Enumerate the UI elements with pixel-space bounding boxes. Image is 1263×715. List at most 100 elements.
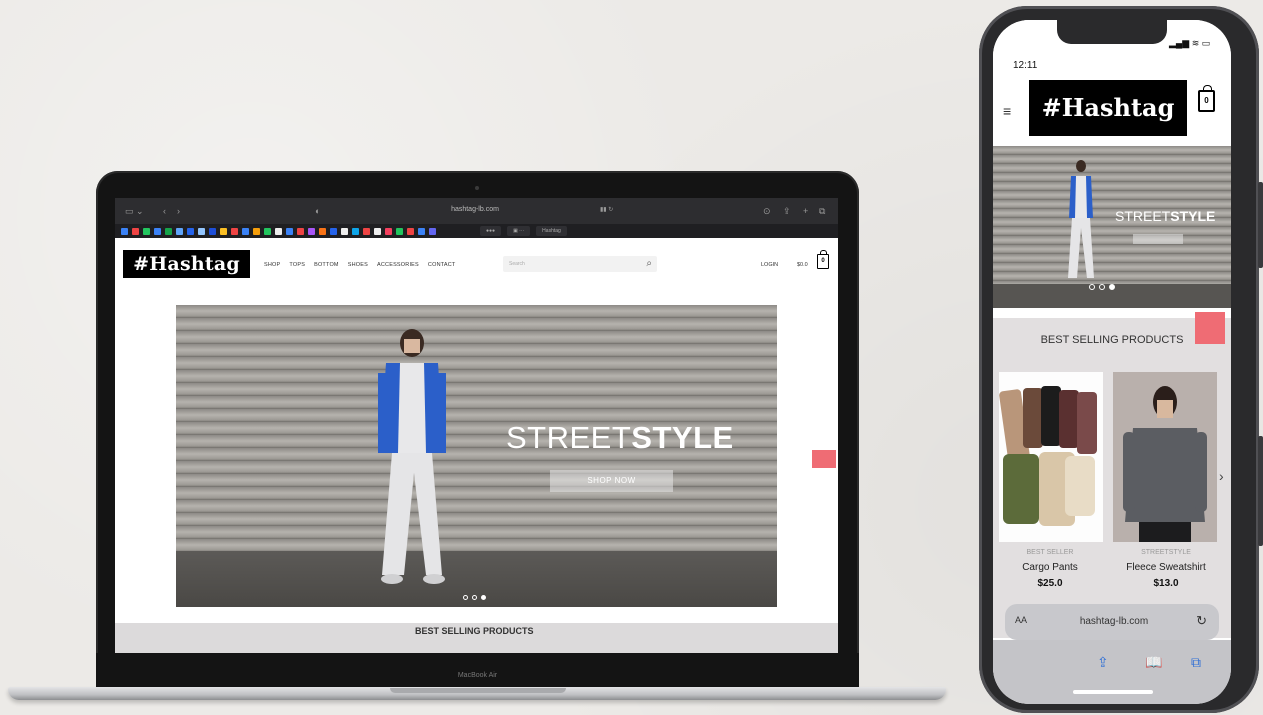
reload-icon[interactable]: ↻ (1196, 613, 1207, 629)
model-figure (1068, 160, 1094, 278)
hero-banner: STREETSTYLE SHOP NOW (176, 305, 777, 607)
search-input[interactable]: Search ⌕ (503, 256, 657, 272)
nav-item-shoes[interactable]: SHOES (348, 262, 368, 268)
carousel-dot[interactable] (463, 595, 468, 600)
product-image-cargo-pants[interactable] (999, 372, 1103, 542)
bookmark-icon[interactable] (418, 227, 425, 235)
status-time: 12:11 (1013, 60, 1038, 71)
browser-tab[interactable]: ●●● (480, 226, 502, 236)
nav-item-accessories[interactable]: ACCESSORIES (377, 262, 419, 268)
bookmark-icon[interactable] (330, 227, 337, 235)
bookmark-icon[interactable] (341, 227, 348, 235)
reader-icon[interactable]: ▮▮ ↻ (600, 206, 613, 213)
carousel-dot[interactable] (1099, 284, 1105, 290)
bookmark-icon[interactable] (374, 227, 381, 235)
side-promo-tab[interactable] (812, 450, 836, 468)
safari-url-bar[interactable]: AA hashtag-lb.com ↻ (1005, 604, 1219, 640)
bookmark-icon[interactable] (264, 227, 271, 235)
product-price: $13.0 (1153, 578, 1179, 589)
model-figure (378, 329, 446, 584)
tabs-overview-icon[interactable]: ⧉ (819, 206, 825, 217)
bookmark-icon[interactable] (121, 227, 128, 235)
laptop-camera (475, 186, 479, 190)
nav-item-bottom[interactable]: BOTTOM (314, 262, 339, 268)
carousel-dots (463, 595, 486, 600)
bookmark-icon[interactable] (143, 227, 150, 235)
cart-bag-icon[interactable]: 0 (1198, 85, 1215, 112)
cart-bag-icon[interactable]: 0 (817, 250, 829, 269)
hero-title: STREETSTYLE (1115, 208, 1215, 224)
carousel-dot[interactable] (472, 595, 477, 600)
sidebar-toggle-icon[interactable]: ▭ ⌄ (125, 206, 144, 217)
bookmark-icon[interactable] (209, 227, 216, 235)
shop-now-button[interactable]: SHOP NOW (550, 470, 673, 492)
nav-item-contact[interactable]: CONTACT (428, 262, 456, 268)
bookmark-icon[interactable] (297, 227, 304, 235)
phone-mockup: 12:11 ▂▄▆ ≋ ▭ ≡ #Hashtag 0 STREETSTYLE B… (979, 6, 1263, 713)
status-bar: 12:11 ▂▄▆ ≋ ▭ (993, 20, 1231, 84)
phone-side-button (1258, 436, 1263, 546)
phone-side-button (1258, 182, 1263, 268)
new-tab-icon[interactable]: + (803, 206, 808, 216)
bookmark-icon[interactable] (385, 227, 392, 235)
site-logo[interactable]: #Hashtag (123, 250, 250, 278)
carousel-dot-active[interactable] (1109, 284, 1115, 290)
browser-tab[interactable]: ▣ ··· (507, 226, 531, 236)
bookmark-icon[interactable] (176, 227, 183, 235)
bookmark-icon[interactable] (220, 227, 227, 235)
login-link[interactable]: LOGIN (761, 262, 778, 268)
laptop-mockup: ▭ ⌄ ‹ › ◐ hashtag-lb.com ▮▮ ↻ ⊙ ⇪ + ⧉ ●●… (0, 0, 960, 715)
product-price: $25.0 (1037, 578, 1063, 589)
bookmark-icon[interactable] (242, 227, 249, 235)
bookmark-icon[interactable] (319, 227, 326, 235)
back-icon[interactable]: ‹ (163, 206, 166, 216)
safari-url[interactable]: hashtag-lb.com (1059, 616, 1169, 627)
bookmark-icon[interactable] (308, 227, 315, 235)
product-image-fleece-sweatshirt[interactable] (1113, 372, 1217, 542)
cart-total[interactable]: $0.0 (797, 262, 808, 268)
bookmark-icon[interactable] (396, 227, 403, 235)
bookmark-icon[interactable] (187, 227, 194, 235)
bookmark-icon[interactable] (231, 227, 238, 235)
product-category: BEST SELLER (1026, 549, 1074, 556)
product-name[interactable]: Cargo Pants (995, 562, 1105, 573)
hero-title-light: STREET (506, 420, 632, 455)
shield-icon[interactable]: ◐ (315, 206, 320, 216)
share-icon[interactable]: ⇪ (783, 206, 791, 217)
hamburger-menu-icon[interactable]: ≡ (1003, 103, 1011, 119)
bookmark-icon[interactable] (154, 227, 161, 235)
pants-pile-image (999, 386, 1097, 526)
bookmark-icon[interactable] (363, 227, 370, 235)
bookmark-icon[interactable] (132, 227, 139, 235)
search-icon[interactable]: ⌕ (646, 258, 652, 269)
product-name[interactable]: Fleece Sweatshirt (1111, 562, 1221, 573)
tabs-icon[interactable]: ⧉ (1191, 654, 1201, 671)
bookmarks-bar: ●●● ▣ ··· Hashtag (115, 224, 838, 238)
carousel-next-icon[interactable]: › (1219, 468, 1224, 484)
carousel-dot[interactable] (1089, 284, 1095, 290)
reader-aa-button[interactable]: AA (1015, 615, 1027, 625)
shop-now-button[interactable] (1133, 234, 1183, 244)
nav-item-tops[interactable]: TOPS (289, 262, 305, 268)
bookmark-icon[interactable] (275, 227, 282, 235)
bookmark-icon[interactable] (429, 227, 436, 235)
bookmark-icon[interactable] (198, 227, 205, 235)
browser-tab-active[interactable]: Hashtag (536, 226, 567, 236)
browser-url[interactable]: hashtag-lb.com (425, 206, 525, 213)
carousel-dot-active[interactable] (481, 595, 486, 600)
bookmarks-icon[interactable]: 📖 (1145, 654, 1162, 671)
search-placeholder: Search (509, 261, 525, 267)
forward-icon[interactable]: › (177, 206, 180, 216)
bookmark-icon[interactable] (286, 227, 293, 235)
bookmark-icon[interactable] (253, 227, 260, 235)
download-icon[interactable]: ⊙ (763, 206, 771, 217)
bookmark-icon[interactable] (407, 227, 414, 235)
bookmark-icon[interactable] (165, 227, 172, 235)
laptop-brand-label: MacBook Air (457, 672, 498, 679)
site-logo[interactable]: #Hashtag (1029, 80, 1187, 136)
side-promo-tab[interactable] (1195, 312, 1225, 344)
bookmark-icon[interactable] (352, 227, 359, 235)
phone-notch (1057, 20, 1167, 44)
share-icon[interactable]: ⇪ (1097, 654, 1109, 671)
nav-item-shop[interactable]: SHOP (264, 262, 280, 268)
